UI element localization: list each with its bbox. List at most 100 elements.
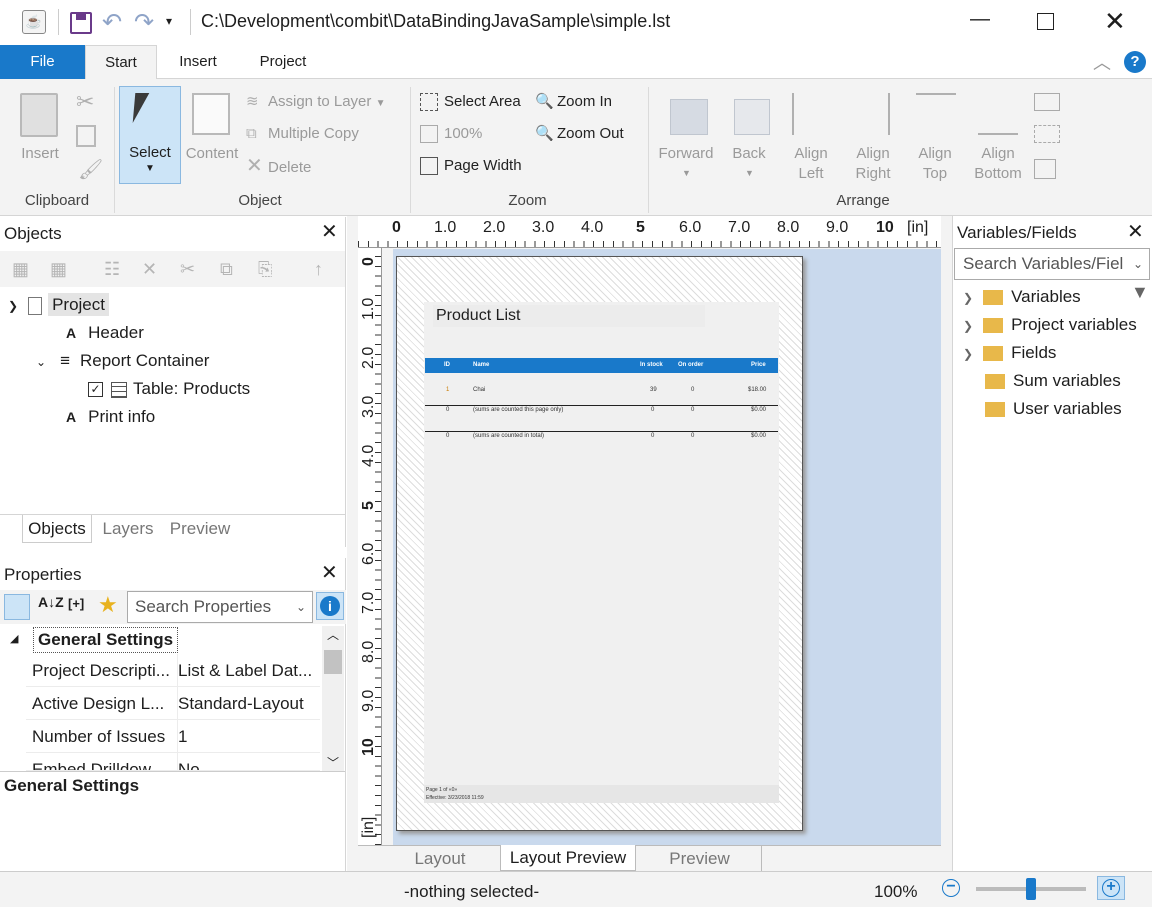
- report-title[interactable]: Product List: [433, 305, 705, 327]
- prop-row-embed-drilldown[interactable]: Embed Drilldow... No: [26, 753, 320, 771]
- select-area-button[interactable]: Select Area: [420, 89, 521, 115]
- text-object-icon: A: [66, 325, 77, 341]
- tab-preview[interactable]: Preview: [164, 515, 236, 543]
- align-right-button[interactable]: Align Right: [846, 144, 900, 184]
- app-icon[interactable]: ☕: [22, 10, 46, 34]
- move-up-icon[interactable]: ↑: [314, 251, 323, 287]
- info-icon[interactable]: i: [316, 592, 344, 620]
- new-page-icon[interactable]: ▦: [12, 251, 29, 287]
- expand-icon[interactable]: ❯: [963, 291, 973, 305]
- new-page2-icon[interactable]: ▦: [50, 251, 67, 287]
- properties-panel-title: Properties: [4, 565, 82, 584]
- search-variables-input[interactable]: Search Variables/Fiel ⌄: [954, 248, 1150, 280]
- format-painter-icon[interactable]: 🖌: [78, 157, 103, 182]
- zoom-slider-thumb[interactable]: [1026, 878, 1036, 900]
- delete-icon: ✕: [246, 155, 263, 177]
- zoom-in-button[interactable]: 🔍 Zoom In: [535, 89, 612, 115]
- collapse-section-icon[interactable]: ◢: [10, 632, 18, 645]
- sort-az-icon[interactable]: A↓Z: [38, 594, 64, 610]
- help-icon[interactable]: ?: [1124, 51, 1146, 73]
- tab-preview-view[interactable]: Preview: [638, 846, 762, 871]
- save-icon[interactable]: [70, 12, 92, 34]
- properties-icon[interactable]: ☷: [104, 251, 120, 287]
- search-properties-input[interactable]: Search Properties ⌄: [127, 591, 313, 623]
- prop-row-project-description[interactable]: Project Descripti... List & Label Dat...: [26, 654, 320, 687]
- same-size-icon[interactable]: [1034, 125, 1060, 143]
- copy-icon[interactable]: ⧉: [220, 251, 233, 287]
- tree-item-table-products[interactable]: ✓ Table: Products: [88, 375, 250, 403]
- cut-icon[interactable]: ✂: [76, 89, 94, 115]
- tab-objects[interactable]: Objects: [22, 515, 92, 543]
- align-top-button[interactable]: Align Top: [908, 144, 962, 184]
- close-properties-icon[interactable]: ✕: [321, 563, 338, 583]
- tree-item-header[interactable]: A Header: [66, 319, 144, 347]
- zoom-out-button[interactable]: 🔍 Zoom Out: [535, 121, 624, 147]
- var-item-sum-variables[interactable]: Sum variables: [985, 367, 1121, 395]
- expand-icon[interactable]: ❯: [963, 347, 973, 361]
- section-general-settings[interactable]: General Settings: [33, 627, 179, 653]
- objects-toolbar: ▦ ▦ ☷ ✕ ✂ ⧉ ⎘ ↑: [0, 251, 345, 287]
- favorites-star-icon[interactable]: ★: [98, 592, 118, 618]
- page-width-icon: [420, 157, 438, 176]
- tab-layout[interactable]: Layout: [384, 846, 496, 871]
- expand-icon[interactable]: ❯: [8, 299, 18, 313]
- insert-button[interactable]: Insert: [12, 144, 68, 164]
- minimize-button[interactable]: —: [965, 8, 995, 38]
- var-item-project-variables[interactable]: ❯ Project variables: [963, 311, 1137, 339]
- prop-row-number-of-issues[interactable]: Number of Issues 1: [26, 720, 320, 753]
- back-button[interactable]: Back: [722, 144, 776, 164]
- align-left-button[interactable]: Align Left: [784, 144, 838, 184]
- page-width-button[interactable]: Page Width: [420, 153, 522, 179]
- select-area-icon: [420, 93, 438, 112]
- categorized-icon[interactable]: [4, 594, 30, 620]
- tab-project[interactable]: Project: [240, 45, 326, 79]
- var-item-user-variables[interactable]: User variables: [985, 395, 1122, 423]
- tree-item-print-info[interactable]: A Print info: [66, 403, 155, 431]
- assign-to-layer-button[interactable]: ≋ Assign to Layer ▼: [246, 89, 385, 115]
- select-button[interactable]: Select ▼: [119, 86, 181, 184]
- paste-icon[interactable]: ⎘: [258, 251, 272, 287]
- zoom-100-button[interactable]: 100%: [420, 121, 482, 147]
- tab-layers[interactable]: Layers: [96, 515, 160, 543]
- tab-layout-preview[interactable]: Layout Preview: [500, 845, 636, 871]
- tree-item-report-container[interactable]: ⌄ ≡ Report Container: [36, 347, 209, 375]
- center-icon[interactable]: [1034, 159, 1056, 179]
- checkbox-icon[interactable]: ✓: [88, 382, 103, 398]
- redo-icon[interactable]: ↷: [134, 8, 154, 37]
- expand-all-icon[interactable]: [+]: [68, 596, 84, 611]
- var-item-fields[interactable]: ❯ Fields: [963, 339, 1056, 367]
- close-button[interactable]: ✕: [1104, 6, 1126, 36]
- forward-button[interactable]: Forward: [654, 144, 718, 164]
- delete-button[interactable]: ✕ Delete: [246, 153, 311, 179]
- multiple-copy-button[interactable]: ⧉ Multiple Copy: [246, 121, 359, 147]
- page-icon: [28, 296, 43, 315]
- maximize-button[interactable]: [1037, 13, 1054, 30]
- cut-icon[interactable]: ✂: [180, 251, 195, 287]
- group-object: Object: [238, 192, 282, 209]
- tree-item-project[interactable]: ❯ Project: [8, 291, 109, 319]
- content-button[interactable]: Content: [182, 144, 242, 164]
- prop-row-active-design-layout[interactable]: Active Design L... Standard-Layout: [26, 687, 320, 720]
- align-bottom-button[interactable]: Align Bottom: [968, 144, 1028, 184]
- align-top-icon: [916, 93, 956, 135]
- collapse-icon[interactable]: ⌄: [36, 355, 46, 369]
- zoom-out-icon[interactable]: −: [942, 879, 960, 897]
- qat-dropdown-icon[interactable]: ▾: [166, 14, 172, 28]
- distribute-icon[interactable]: [1034, 93, 1060, 111]
- var-item-variables[interactable]: ❯ Variables: [963, 283, 1081, 311]
- report-page[interactable]: Product List ID Name In stock On order P…: [396, 256, 803, 831]
- tab-file[interactable]: File: [0, 45, 85, 79]
- undo-icon[interactable]: ↶: [102, 8, 122, 37]
- collapse-ribbon-icon[interactable]: ︿: [1093, 49, 1111, 75]
- close-variables-icon[interactable]: ✕: [1127, 222, 1144, 242]
- tab-start[interactable]: Start: [85, 45, 157, 80]
- zoom-in-icon[interactable]: +: [1097, 876, 1125, 900]
- properties-scrollbar[interactable]: ︿ ﹀: [322, 626, 344, 771]
- filter-icon[interactable]: ▼: [1131, 282, 1149, 303]
- copy-icon[interactable]: [76, 125, 96, 147]
- expand-icon[interactable]: ❯: [963, 319, 973, 333]
- delete-icon[interactable]: ✕: [142, 251, 157, 287]
- page-printable-area: [424, 302, 779, 802]
- tab-insert[interactable]: Insert: [160, 45, 236, 79]
- close-objects-icon[interactable]: ✕: [321, 222, 338, 242]
